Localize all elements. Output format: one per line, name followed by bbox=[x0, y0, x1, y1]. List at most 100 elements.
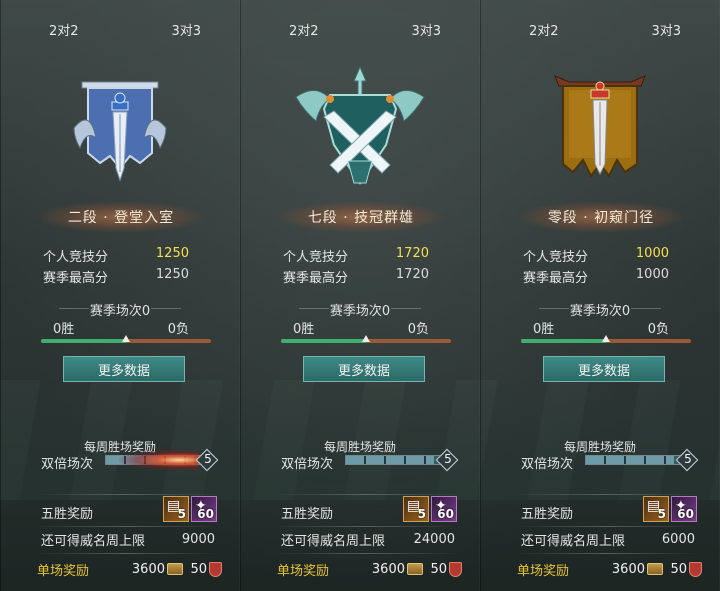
honor-shield-icon bbox=[689, 561, 702, 577]
single-reward-label: 单场奖励 bbox=[277, 563, 330, 579]
season-high-label: 赛季最高分 bbox=[43, 271, 109, 286]
fame-cap-value: 24000 bbox=[413, 531, 455, 547]
rank-emblem bbox=[481, 65, 719, 195]
gold-card-icon[interactable]: ▤ 5 bbox=[643, 496, 669, 522]
single-honor-value: 50 bbox=[670, 561, 687, 577]
more-data-button[interactable]: 更多数据 bbox=[63, 356, 185, 382]
win-ratio-marker bbox=[122, 335, 130, 342]
losses-value: 0负 bbox=[407, 322, 429, 337]
fame-cap-label: 还可得威名周上限 bbox=[41, 533, 146, 549]
weekly-progress-bar bbox=[345, 455, 445, 465]
five-win-label: 五胜奖励 bbox=[281, 506, 334, 522]
weekly-progress-bar bbox=[585, 455, 685, 465]
win-ratio-fill bbox=[521, 339, 606, 343]
season-games-title: 赛季场次0 bbox=[481, 300, 719, 319]
weekly-count-value: 5 bbox=[444, 452, 452, 466]
single-gold-value: 3600 bbox=[371, 561, 405, 577]
wins-value: 0胜 bbox=[53, 322, 75, 337]
tab-2v2[interactable]: 2对2 bbox=[289, 20, 319, 60]
season-high-value: 1720 bbox=[395, 267, 429, 282]
tab-2v2[interactable]: 2对2 bbox=[49, 20, 79, 60]
personal-score-row: 个人竞技分 1250 bbox=[43, 246, 189, 266]
fame-cap-label: 还可得威名周上限 bbox=[521, 533, 626, 549]
honor-shield-icon bbox=[209, 561, 222, 577]
win-ratio-marker bbox=[602, 335, 610, 342]
rank-title: 二段 · 登堂入室 bbox=[41, 202, 201, 232]
purple-gem-count: 60 bbox=[197, 507, 214, 521]
purple-gem-icon[interactable]: ✦ 60 bbox=[191, 496, 217, 522]
double-games-label: 双倍场次 bbox=[521, 457, 574, 472]
rank-title: 零段 · 初窥门径 bbox=[521, 202, 681, 232]
divider bbox=[515, 553, 699, 554]
weekly-progress-bar bbox=[105, 455, 205, 465]
purple-gem-icon[interactable]: ✦ 60 bbox=[431, 496, 457, 522]
purple-gem-icon[interactable]: ✦ 60 bbox=[671, 496, 697, 522]
tab-2v2[interactable]: 2对2 bbox=[529, 20, 559, 60]
season-games-title: 赛季场次0 bbox=[241, 300, 479, 319]
single-reward-label: 单场奖励 bbox=[517, 563, 570, 579]
season-high-label: 赛季最高分 bbox=[523, 271, 589, 286]
single-reward-row: 单场奖励 3600 50 bbox=[277, 558, 473, 580]
divider bbox=[515, 526, 699, 527]
personal-score-value: 1000 bbox=[635, 246, 669, 261]
fame-cap-value: 9000 bbox=[181, 531, 215, 547]
win-ratio-fill bbox=[281, 339, 366, 343]
divider bbox=[275, 553, 459, 554]
season-high-row: 赛季最高分 1000 bbox=[523, 267, 669, 287]
tab-3v3[interactable]: 3对3 bbox=[411, 20, 441, 60]
wins-value: 0胜 bbox=[293, 322, 315, 337]
brown-banner-sword-emblem-icon bbox=[554, 74, 646, 178]
fame-cap-row: 还可得威名周上限 6000 bbox=[521, 529, 695, 549]
purple-gem-count: 60 bbox=[437, 507, 454, 521]
personal-score-value: 1250 bbox=[155, 246, 189, 261]
tab-3v3[interactable]: 3对3 bbox=[171, 20, 201, 60]
more-data-button[interactable]: 更多数据 bbox=[303, 356, 425, 382]
divider bbox=[35, 494, 219, 495]
purple-gem-count: 60 bbox=[677, 507, 694, 521]
season-high-value: 1250 bbox=[155, 267, 189, 282]
teal-crossed-swords-emblem-icon bbox=[295, 65, 425, 185]
rank-panels: 2对2 3对3 二段 · 登堂入室 个人竞技分 1250 赛季最高分 1250 … bbox=[0, 0, 720, 591]
win-loss-row: 0胜 0负 bbox=[293, 318, 429, 337]
personal-score-value: 1720 bbox=[395, 246, 429, 261]
mode-tabs: 2对2 3对3 bbox=[241, 0, 479, 60]
season-high-row: 赛季最高分 1250 bbox=[43, 267, 189, 287]
rank-panel: 2对2 3对3 二段 · 登堂入室 个人竞技分 1250 赛季最高分 1250 … bbox=[0, 0, 240, 591]
personal-score-label: 个人竞技分 bbox=[523, 250, 589, 265]
season-high-value: 1000 bbox=[635, 267, 669, 282]
honor-shield-icon bbox=[449, 561, 462, 577]
weekly-count-value: 5 bbox=[684, 452, 692, 466]
gold-card-count: 5 bbox=[177, 507, 186, 521]
personal-score-row: 个人竞技分 1000 bbox=[523, 246, 669, 266]
win-ratio-marker bbox=[362, 335, 370, 342]
single-honor-value: 50 bbox=[190, 561, 207, 577]
five-win-label: 五胜奖励 bbox=[41, 506, 94, 522]
losses-value: 0负 bbox=[167, 322, 189, 337]
season-games-title: 赛季场次0 bbox=[1, 300, 239, 319]
personal-score-row: 个人竞技分 1720 bbox=[283, 246, 429, 266]
single-reward-label: 单场奖励 bbox=[37, 563, 90, 579]
divider bbox=[515, 494, 699, 495]
wins-value: 0胜 bbox=[533, 322, 555, 337]
blue-banner-sword-emblem-icon bbox=[73, 81, 167, 182]
season-high-label: 赛季最高分 bbox=[283, 271, 349, 286]
rank-panel: 2对2 3对3 七段 · 技冠群雄 个人竞技分 1720 赛季最高分 1720 bbox=[240, 0, 480, 591]
personal-score-label: 个人竞技分 bbox=[43, 250, 109, 265]
gold-card-icon[interactable]: ▤ 5 bbox=[163, 496, 189, 522]
coin-icon bbox=[407, 563, 423, 575]
win-loss-row: 0胜 0负 bbox=[53, 318, 189, 337]
divider bbox=[35, 526, 219, 527]
single-gold-value: 3600 bbox=[611, 561, 645, 577]
tab-3v3[interactable]: 3对3 bbox=[651, 20, 681, 60]
season-high-row: 赛季最高分 1720 bbox=[283, 267, 429, 287]
double-games-label: 双倍场次 bbox=[41, 457, 94, 472]
win-loss-row: 0胜 0负 bbox=[533, 318, 669, 337]
rank-title: 七段 · 技冠群雄 bbox=[281, 202, 441, 232]
more-data-button[interactable]: 更多数据 bbox=[543, 356, 665, 382]
losses-value: 0负 bbox=[647, 322, 669, 337]
gold-card-icon[interactable]: ▤ 5 bbox=[403, 496, 429, 522]
weekly-count-value: 5 bbox=[204, 452, 212, 466]
single-reward-row: 单场奖励 3600 50 bbox=[37, 558, 233, 580]
rank-emblem bbox=[241, 65, 479, 195]
fame-cap-value: 6000 bbox=[661, 531, 695, 547]
